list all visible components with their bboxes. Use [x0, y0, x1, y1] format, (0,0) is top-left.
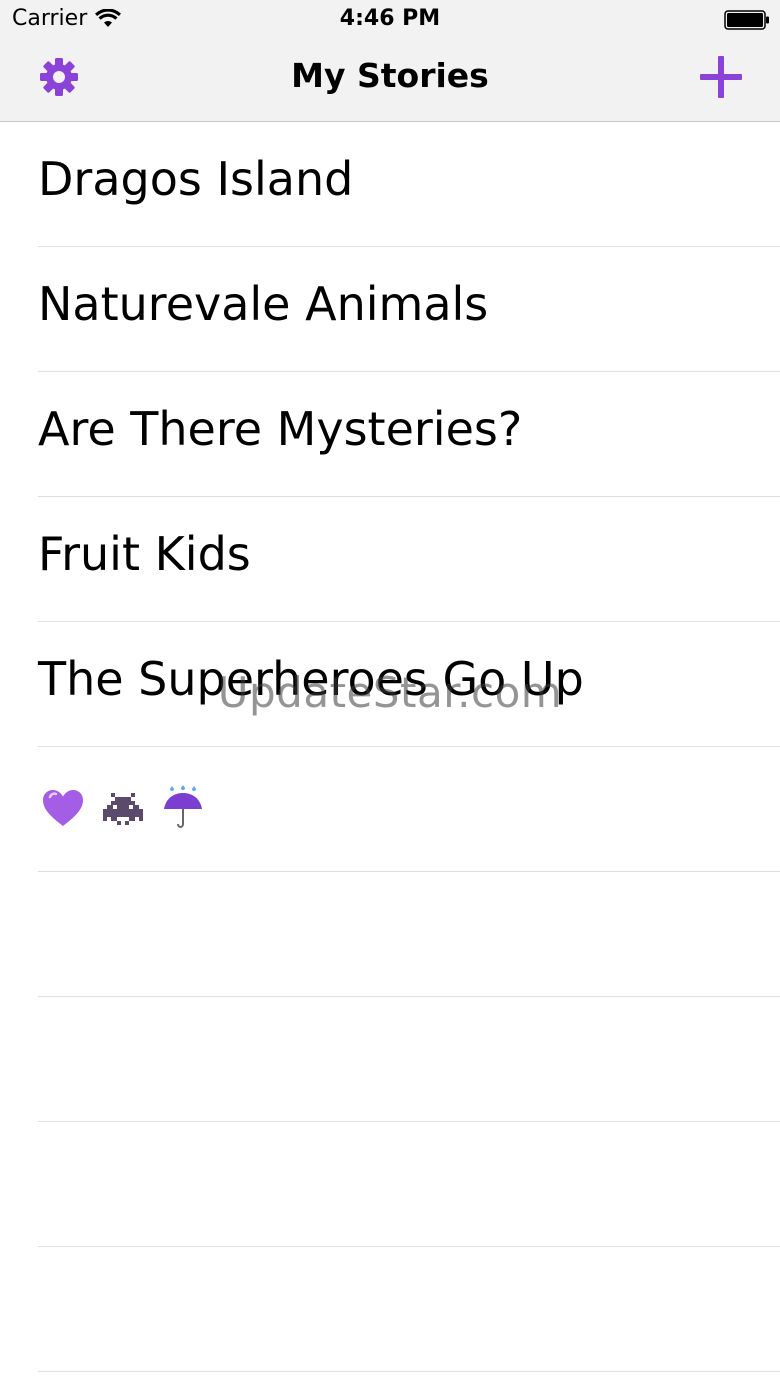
story-row[interactable]: Naturevale Animals: [38, 247, 780, 372]
battery-icon: [724, 10, 769, 30]
page-title: My Stories: [291, 56, 489, 95]
add-story-button[interactable]: [698, 54, 744, 100]
story-title: Fruit Kids: [38, 527, 251, 581]
empty-row: [38, 1122, 780, 1247]
stories-list: Dragos Island Naturevale Animals Are The…: [0, 122, 780, 1372]
space-invader-icon: [103, 793, 143, 825]
purple-heart-icon: [43, 790, 83, 826]
story-row[interactable]: The Superheroes Go Up: [38, 622, 780, 747]
empty-row: [38, 872, 780, 997]
story-row[interactable]: Are There Mysteries?: [38, 372, 780, 497]
story-row[interactable]: Dragos Island: [38, 122, 780, 247]
app-screen: Carrier 4:46 PM My Stories Dragos Island…: [0, 0, 780, 1387]
navigation-bar: Carrier 4:46 PM My Stories: [0, 0, 780, 122]
story-title: Dragos Island: [38, 152, 354, 206]
emoji-title: [40, 785, 206, 831]
plus-icon: [700, 56, 742, 98]
story-title: The Superheroes Go Up: [38, 652, 584, 706]
story-title: Are There Mysteries?: [38, 402, 523, 456]
empty-row: [38, 997, 780, 1122]
emoji-story-row[interactable]: [38, 747, 780, 872]
umbrella-rain-icon: [164, 785, 202, 828]
status-time: 4:46 PM: [339, 6, 441, 31]
empty-row: [38, 1247, 780, 1372]
story-row[interactable]: Fruit Kids: [38, 497, 780, 622]
story-title: Naturevale Animals: [38, 277, 489, 331]
